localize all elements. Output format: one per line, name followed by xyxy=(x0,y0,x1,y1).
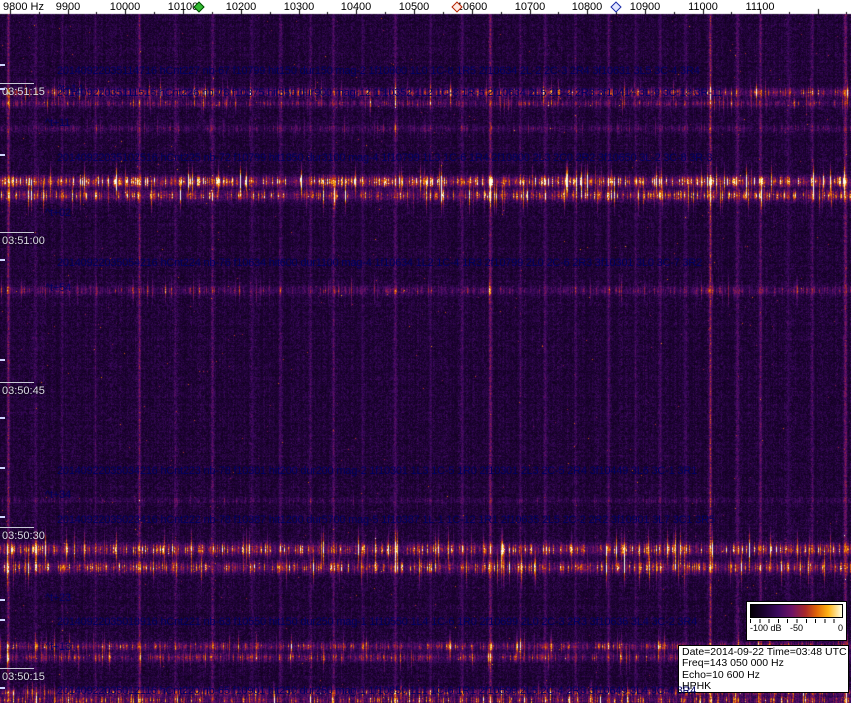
freq-axis-label: 10300 xyxy=(284,1,315,13)
freq-axis-label: 9800 Hz xyxy=(3,1,44,13)
event-annotation: 20140922035102516 hCnt225 nb-72 f10799 h… xyxy=(57,152,712,164)
freq-axis-label: 9900 xyxy=(56,1,80,13)
freq-axis-label: 10400 xyxy=(341,1,372,13)
freq-axis-label: 10500 xyxy=(399,1,430,13)
time-label: 03:51:15 xyxy=(2,86,45,98)
event-left-tick xyxy=(0,259,5,261)
time-label: 03:50:45 xyxy=(2,385,45,397)
colorbar-max-label: 0 xyxy=(838,623,843,633)
time-label: 03:51:00 xyxy=(2,235,45,247)
event-left-tick xyxy=(0,359,5,361)
time-tick-line xyxy=(0,83,34,84)
event-left-tick xyxy=(0,88,5,90)
event-time-marker: ^t+14 xyxy=(57,83,83,95)
freq-axis-label: 11000 xyxy=(688,1,718,13)
event-time-marker: ^t+34 xyxy=(45,489,71,501)
time-label: 03:50:30 xyxy=(2,530,45,542)
freq-axis-label: 11100 xyxy=(746,1,775,13)
info-box: Date=2014-09-22 Time=03:48 UTC Freq=143 … xyxy=(678,645,849,693)
event-left-tick xyxy=(0,417,5,419)
screen: -100 dB -50 0 Date=2014-09-22 Time=03:48… xyxy=(0,0,851,703)
event-annotation: 20140922035054216 hCnt224 nb-76 f10634 h… xyxy=(57,257,702,269)
spectrogram-canvas[interactable] xyxy=(0,0,851,703)
freq-axis-label: 10900 xyxy=(630,1,661,13)
event-annotation: 20140922035018916 hCnt221 nb-63 f10550 h… xyxy=(57,616,697,628)
event-left-tick xyxy=(0,687,5,689)
time-tick-line xyxy=(0,668,34,669)
info-station-label: HPHK xyxy=(682,681,845,692)
freq-axis-label: 10000 xyxy=(110,1,141,13)
colorbar-labels: -100 dB -50 0 xyxy=(750,623,843,634)
event-time-marker: ^t+54 xyxy=(45,282,71,294)
event-time-marker: ^t+11 xyxy=(45,117,70,129)
event-time-marker: ^t+23 xyxy=(45,592,71,604)
freq-axis-label: 10700 xyxy=(515,1,546,13)
colorbar-legend: -100 dB -50 0 xyxy=(746,601,847,641)
event-annotation: 20140922035034216 hCnt223 nb-78 f10301 h… xyxy=(57,465,697,477)
freq-axis-label: 10200 xyxy=(226,1,257,13)
info-freq-line: Freq=143 050 000 Hz xyxy=(682,658,845,669)
time-label: 03:50:15 xyxy=(2,671,45,683)
colorbar-mid-label: -50 xyxy=(790,623,803,633)
event-annotation: 20140922035111516 hCnt226 nb-78 f10375 h… xyxy=(57,87,723,99)
colorbar-min-label: -100 dB xyxy=(750,623,782,633)
time-tick-line xyxy=(0,232,34,233)
event-time-marker: ^t+02 xyxy=(45,207,71,219)
event-annotation: 20140922035114716 hCnt227 nb-67 f10799 h… xyxy=(57,65,700,77)
event-left-tick xyxy=(0,467,5,469)
event-left-tick xyxy=(0,154,5,156)
event-time-marker: ^t+18 xyxy=(45,641,71,653)
colorbar-gradient xyxy=(750,604,843,618)
event-left-tick xyxy=(0,64,5,66)
event-left-tick xyxy=(0,516,5,518)
event-left-tick xyxy=(0,599,5,601)
event-annotation: 20140922035012116 hCnt220 nb-65 f10901 h… xyxy=(57,685,696,697)
time-tick-line xyxy=(0,527,34,528)
event-annotation: 20140922035023416 hCnt222 nb-78 f10387 h… xyxy=(57,514,715,526)
freq-axis-label: 10800 xyxy=(572,1,603,13)
time-tick-line xyxy=(0,382,34,383)
event-left-tick xyxy=(0,619,5,621)
